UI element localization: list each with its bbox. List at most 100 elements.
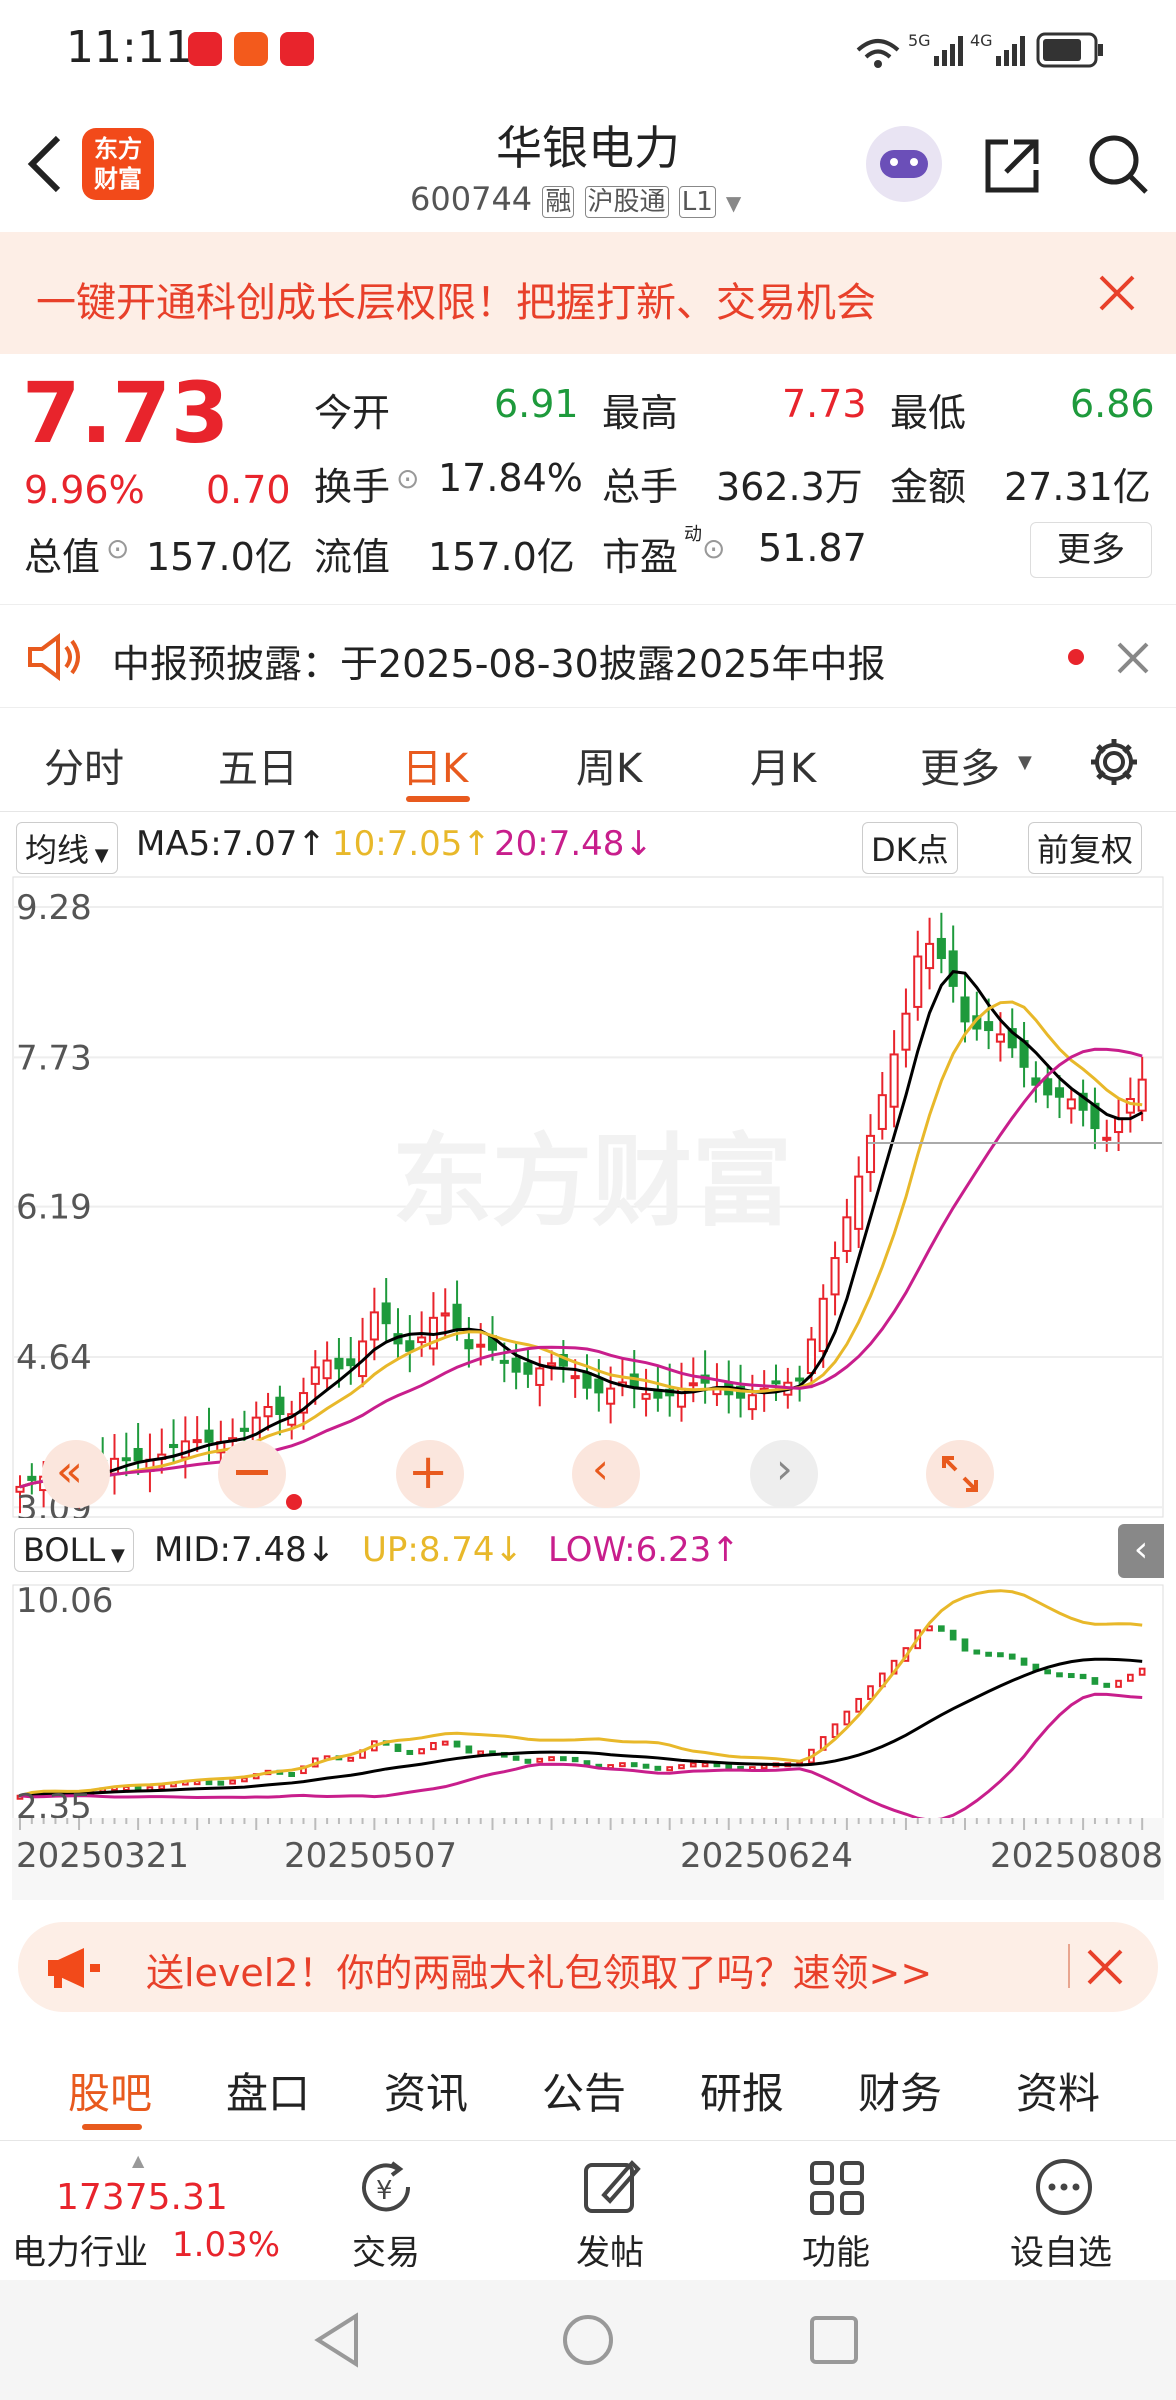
- boll-candle: [1103, 1682, 1111, 1688]
- tab-weekly-k[interactable]: 周K: [576, 736, 642, 794]
- boll-candle: [560, 1756, 567, 1762]
- tab-monthly-k[interactable]: 月K: [750, 736, 816, 794]
- nav-recents-icon[interactable]: [808, 2314, 860, 2366]
- candle: [818, 1297, 828, 1353]
- close-icon[interactable]: [1086, 1948, 1124, 1986]
- step-right-button[interactable]: ›: [750, 1440, 818, 1508]
- level2-promo[interactable]: 送level2！你的两融大礼包领取了吗？速领>>: [18, 1922, 1158, 2012]
- tab-five-day[interactable]: 五日: [218, 736, 298, 794]
- zoom-out-button[interactable]: [218, 1440, 286, 1508]
- candle: [854, 1175, 864, 1230]
- boll-candle: [1115, 1679, 1122, 1688]
- tab-news[interactable]: 资讯: [384, 2060, 468, 2121]
- tab-guba[interactable]: 股吧: [68, 2060, 152, 2121]
- candle: [960, 996, 970, 1023]
- candle: [192, 1439, 202, 1444]
- close-icon[interactable]: [1116, 641, 1150, 675]
- candle: [771, 1380, 781, 1385]
- promo-banner[interactable]: 一键开通科创成长层权限！把握打新、交易机会: [0, 232, 1176, 354]
- period-tabs: 分时 五日 日K 周K 月K 更多 ▼: [0, 708, 1176, 812]
- promo-text: 送level2！你的两融大礼包领取了吗？速领>>: [146, 1951, 933, 1995]
- svg-text:4G: 4G: [970, 31, 993, 50]
- trade-icon[interactable]: ¥: [354, 2155, 420, 2219]
- open-label: 今开: [314, 391, 391, 435]
- boll-up: UP:8.74↓: [362, 1530, 524, 1570]
- boll-candle: [536, 1757, 544, 1763]
- kline-chart[interactable]: 东方财富 9.287.736.194.643.09: [12, 876, 1164, 1518]
- candle: [464, 1339, 474, 1350]
- ma10-value: 10:7.05↑: [332, 824, 491, 864]
- boll-candle: [619, 1762, 626, 1768]
- chevron-down-icon: ▼: [1018, 752, 1032, 773]
- candle: [310, 1366, 320, 1385]
- pe-value: 51.87: [758, 526, 867, 570]
- notice-bar[interactable]: 中报预披露：于2025-08-30披露2025年中报: [0, 604, 1176, 708]
- gear-icon[interactable]: [1088, 736, 1140, 788]
- nav-back-icon[interactable]: [312, 2312, 362, 2368]
- function-grid-icon[interactable]: [806, 2155, 872, 2219]
- post-icon[interactable]: [580, 2155, 646, 2219]
- candle: [275, 1396, 285, 1415]
- active-tab-indicator: [406, 796, 470, 802]
- boll-candle: [430, 1742, 437, 1751]
- scroll-left-fast-button[interactable]: «: [42, 1440, 110, 1508]
- change-percent: 9.96%: [24, 468, 145, 512]
- tab-finance[interactable]: 财务: [858, 2060, 942, 2121]
- indicator-selector[interactable]: 均线 ▼: [16, 822, 118, 874]
- candle: [204, 1429, 214, 1443]
- tab-intraday[interactable]: 分时: [44, 736, 124, 794]
- boll-selector[interactable]: BOLL ▼: [14, 1528, 134, 1572]
- candle: [830, 1257, 840, 1296]
- adjust-button[interactable]: 前复权: [1028, 822, 1143, 874]
- fullscreen-button[interactable]: [926, 1440, 994, 1508]
- boll-candle: [654, 1765, 662, 1771]
- tab-more[interactable]: 更多: [920, 736, 1000, 794]
- svg-text:¥: ¥: [376, 2176, 393, 2206]
- boll-chart[interactable]: 10.06 2.35: [12, 1584, 1164, 1828]
- stock-code-line: 600744 融 沪股通 L1 ▼: [410, 180, 741, 218]
- info-icon[interactable]: ⊙: [106, 532, 129, 565]
- more-button[interactable]: 更多: [1030, 522, 1152, 578]
- candle: [747, 1394, 757, 1411]
- tab-pankou[interactable]: 盘口: [226, 2060, 310, 2121]
- boll-candle: [229, 1779, 236, 1785]
- dk-marker: [286, 1494, 302, 1510]
- tab-profile[interactable]: 资料: [1016, 2060, 1100, 2121]
- tab-announcements[interactable]: 公告: [542, 2060, 626, 2121]
- function-label[interactable]: 功能: [802, 2225, 870, 2274]
- watermark: 东方财富: [392, 1123, 792, 1240]
- candle: [322, 1359, 332, 1380]
- trade-label[interactable]: 交易: [352, 2225, 420, 2274]
- tab-research[interactable]: 研报: [700, 2060, 784, 2121]
- notification-icon: [234, 32, 268, 66]
- dk-button[interactable]: DK点: [862, 822, 958, 874]
- industry-name[interactable]: 电力行业: [12, 2225, 148, 2274]
- stock-header: 东方 财富 华银电力 600744 融 沪股通 L1 ▼: [0, 100, 1176, 232]
- info-icon[interactable]: ⊙: [702, 532, 725, 565]
- boll-candle: [689, 1762, 697, 1768]
- zoom-in-button[interactable]: +: [396, 1440, 464, 1508]
- candle: [121, 1457, 131, 1462]
- volume-label: 总手: [602, 465, 679, 509]
- search-icon[interactable]: [1086, 132, 1152, 198]
- boll-low: LOW:6.23↑: [548, 1530, 740, 1570]
- more-options-icon[interactable]: [1032, 2155, 1098, 2219]
- open-value: 6.91: [494, 382, 579, 426]
- info-icon[interactable]: ⊙: [396, 462, 419, 495]
- close-icon[interactable]: [1098, 274, 1136, 312]
- speaker-icon: [28, 633, 80, 681]
- collapse-panel-button[interactable]: ‹: [1118, 1524, 1164, 1578]
- turnover-value: 17.84%: [438, 456, 583, 500]
- share-icon[interactable]: [980, 134, 1044, 198]
- boll-candle: [512, 1755, 520, 1761]
- add-watchlist-label[interactable]: 设自选: [1010, 2225, 1112, 2274]
- step-left-button[interactable]: ‹: [572, 1440, 640, 1508]
- chevron-up-icon[interactable]: ▲: [132, 2151, 144, 2170]
- candle: [133, 1447, 143, 1462]
- nav-home-icon[interactable]: [560, 2312, 616, 2368]
- post-label[interactable]: 发帖: [576, 2225, 644, 2274]
- chevron-down-icon[interactable]: ▼: [726, 191, 741, 215]
- tab-daily-k[interactable]: 日K: [402, 736, 468, 794]
- candle: [806, 1338, 816, 1375]
- assistant-avatar-icon[interactable]: [866, 126, 942, 202]
